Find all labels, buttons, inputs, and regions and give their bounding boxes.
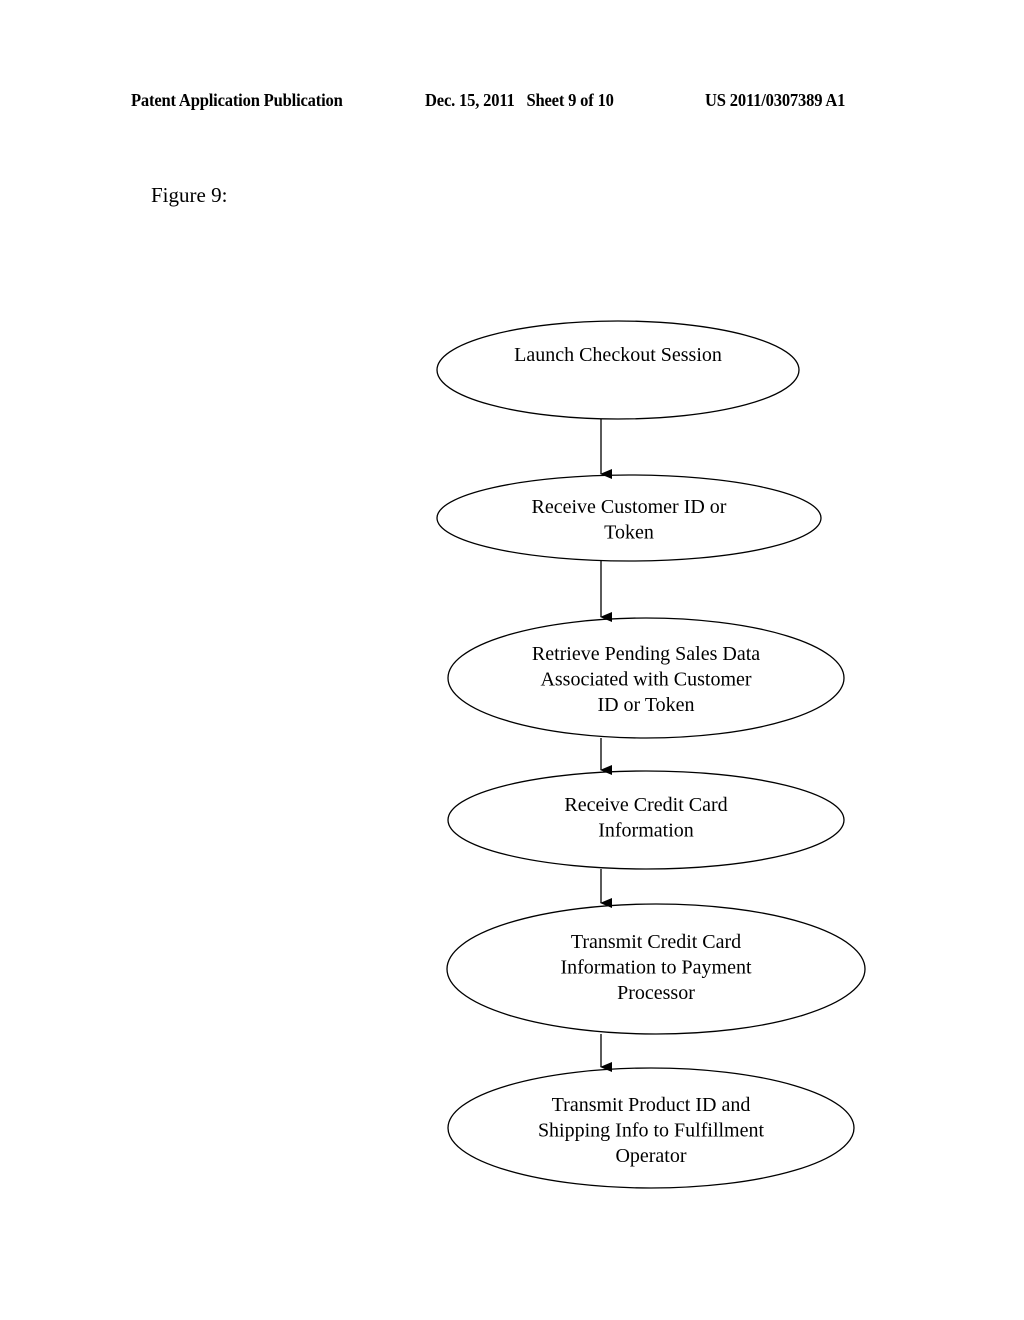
flow-node-label: Information to Payment: [560, 957, 752, 979]
flow-node-label: Receive Customer ID or: [532, 496, 727, 518]
flow-node-ellipse: [436, 320, 800, 420]
flow-node-n6: Transmit Product ID and Shipping Info to …: [447, 1067, 855, 1189]
flow-node-n2: Receive Customer ID or Token: [436, 474, 822, 562]
flowchart: Launch Checkout Session Receive Customer …: [436, 320, 866, 1189]
flow-node-label: Token: [604, 522, 654, 544]
flow-node-n3: Retrieve Pending Sales Data Associated wi…: [447, 617, 845, 739]
flow-node-label: Operator: [615, 1145, 686, 1167]
flow-node-label: Shipping Info to Fulfillment: [538, 1120, 765, 1142]
flow-node-label: Receive Credit Card: [564, 794, 727, 816]
flow-node-n1: Launch Checkout Session: [436, 320, 800, 420]
flow-node-label: ID or Token: [597, 694, 694, 716]
flow-node-label: Retrieve Pending Sales Data: [532, 643, 760, 665]
flow-node-label: Transmit Credit Card: [571, 931, 741, 953]
flow-node-label: Processor: [617, 982, 695, 1004]
flow-node-label: Launch Checkout Session: [514, 344, 722, 366]
flow-node-label: Information: [598, 820, 694, 842]
flow-node-label: Associated with Customer: [540, 669, 751, 691]
flow-node-n4: Receive Credit Card Information: [447, 770, 845, 870]
flow-node-n5: Transmit Credit Card Information to Payme…: [446, 903, 866, 1035]
flow-node-ellipse: [436, 474, 822, 562]
flow-node-label: Transmit Product ID and: [552, 1094, 751, 1116]
